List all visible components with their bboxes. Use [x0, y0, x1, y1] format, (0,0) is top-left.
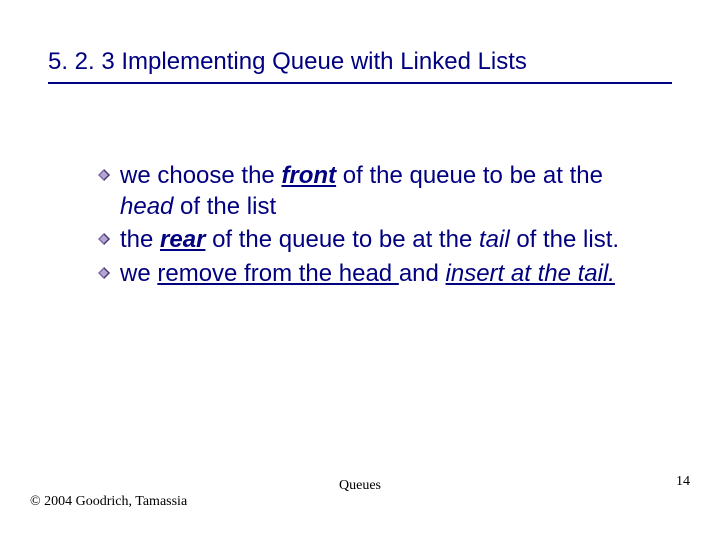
bullet-text: the: [120, 226, 160, 253]
bullet-text: of the queue to be at the: [336, 162, 603, 189]
emphasis-rear: rear: [160, 226, 205, 253]
underline-remove: remove from the head: [157, 260, 398, 287]
diamond-icon: [98, 233, 110, 245]
bullet-text: of the list: [173, 193, 276, 220]
slide: 5. 2. 3 Implementing Queue with Linked L…: [0, 0, 720, 540]
emphasis-head: head: [120, 193, 173, 220]
emphasis-tail: tail: [479, 226, 510, 253]
bullet-item: we remove from the head and insert at th…: [98, 258, 660, 289]
footer-copyright: © 2004 Goodrich, Tamassia: [30, 494, 187, 510]
footer-title: Queues: [30, 478, 690, 494]
bullet-text: of the list.: [510, 226, 619, 253]
bullet-text: and: [399, 260, 446, 287]
footer-page-number: 14: [676, 474, 690, 490]
diamond-icon: [98, 169, 110, 181]
slide-title: 5. 2. 3 Implementing Queue with Linked L…: [48, 48, 672, 84]
bullet-text: of the queue to be at the: [205, 226, 479, 253]
bullet-item: the rear of the queue to be at the tail …: [98, 224, 660, 255]
diamond-icon: [98, 267, 110, 279]
bullet-item: we choose the front of the queue to be a…: [98, 160, 660, 222]
emphasis-front: front: [281, 162, 336, 189]
bullet-text: we choose the: [120, 162, 281, 189]
underline-insert: insert at the tail.: [446, 260, 615, 287]
slide-body: we choose the front of the queue to be a…: [98, 160, 660, 291]
bullet-text: we: [120, 260, 157, 287]
